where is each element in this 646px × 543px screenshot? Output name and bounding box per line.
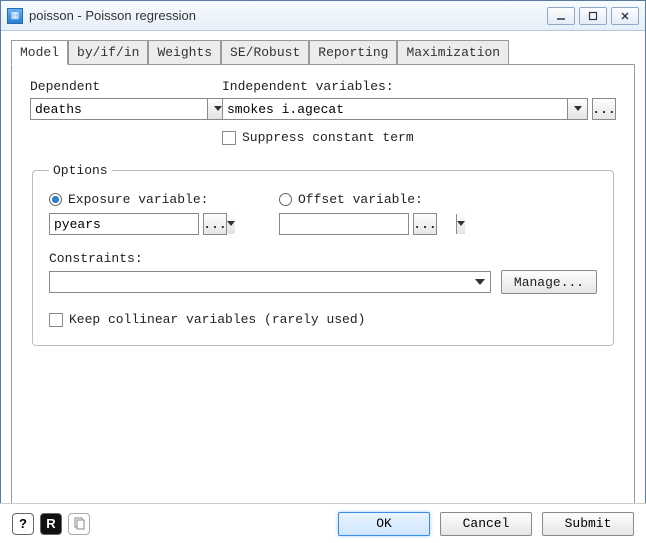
- app-icon: ▦: [7, 8, 23, 24]
- exposure-label: Exposure variable:: [68, 192, 208, 207]
- tab-byifin[interactable]: by/if/in: [68, 40, 148, 65]
- submit-button[interactable]: Submit: [542, 512, 634, 536]
- constraints-combo[interactable]: [49, 271, 491, 293]
- tab-reporting[interactable]: Reporting: [309, 40, 397, 65]
- keep-collinear-checkbox[interactable]: [49, 313, 63, 327]
- titlebar: ▦ poisson - Poisson regression: [1, 1, 645, 31]
- dialog-footer: ? R OK Cancel Submit: [0, 503, 646, 543]
- reset-button[interactable]: R: [40, 513, 62, 535]
- options-group: Options Exposure variable: ...: [32, 163, 614, 346]
- window-title: poisson - Poisson regression: [29, 8, 547, 23]
- independent-input[interactable]: [223, 100, 567, 119]
- offset-label: Offset variable:: [298, 192, 423, 207]
- tab-model[interactable]: Model: [11, 40, 68, 65]
- offset-radio[interactable]: [279, 193, 292, 206]
- exposure-browse-button[interactable]: ...: [203, 213, 227, 235]
- cancel-button[interactable]: Cancel: [440, 512, 532, 536]
- options-legend: Options: [49, 163, 112, 178]
- maximize-button[interactable]: [579, 7, 607, 25]
- dependent-input[interactable]: [31, 100, 207, 119]
- offset-browse-button[interactable]: ...: [413, 213, 437, 235]
- tab-strip: Model by/if/in Weights SE/Robust Reporti…: [11, 39, 635, 64]
- keep-collinear-label: Keep collinear variables (rarely used): [69, 312, 365, 327]
- tab-panel-model: Dependent ... Independent variables:: [11, 64, 635, 504]
- suppress-constant-checkbox[interactable]: [222, 131, 236, 145]
- constraints-label: Constraints:: [49, 251, 597, 266]
- chevron-down-icon[interactable]: [456, 214, 465, 234]
- independent-label: Independent variables:: [222, 79, 616, 94]
- dependent-combo[interactable]: [30, 98, 228, 120]
- tab-serobust[interactable]: SE/Robust: [221, 40, 309, 65]
- chevron-down-icon[interactable]: [567, 99, 587, 119]
- help-button[interactable]: ?: [12, 513, 34, 535]
- chevron-down-icon[interactable]: [470, 272, 490, 292]
- minimize-button[interactable]: [547, 7, 575, 25]
- chevron-down-icon[interactable]: [226, 214, 235, 234]
- close-button[interactable]: [611, 7, 639, 25]
- dependent-label: Dependent: [30, 79, 190, 94]
- tab-maximization[interactable]: Maximization: [397, 40, 509, 65]
- copy-button[interactable]: [68, 513, 90, 535]
- manage-button[interactable]: Manage...: [501, 270, 597, 294]
- copy-icon: [73, 517, 85, 531]
- exposure-combo[interactable]: [49, 213, 199, 235]
- suppress-constant-label: Suppress constant term: [242, 130, 414, 145]
- exposure-radio[interactable]: [49, 193, 62, 206]
- independent-combo[interactable]: [222, 98, 588, 120]
- constraints-input[interactable]: [50, 273, 470, 292]
- independent-browse-button[interactable]: ...: [592, 98, 616, 120]
- exposure-input[interactable]: [50, 215, 226, 234]
- offset-combo[interactable]: [279, 213, 409, 235]
- ok-button[interactable]: OK: [338, 512, 430, 536]
- tab-weights[interactable]: Weights: [148, 40, 221, 65]
